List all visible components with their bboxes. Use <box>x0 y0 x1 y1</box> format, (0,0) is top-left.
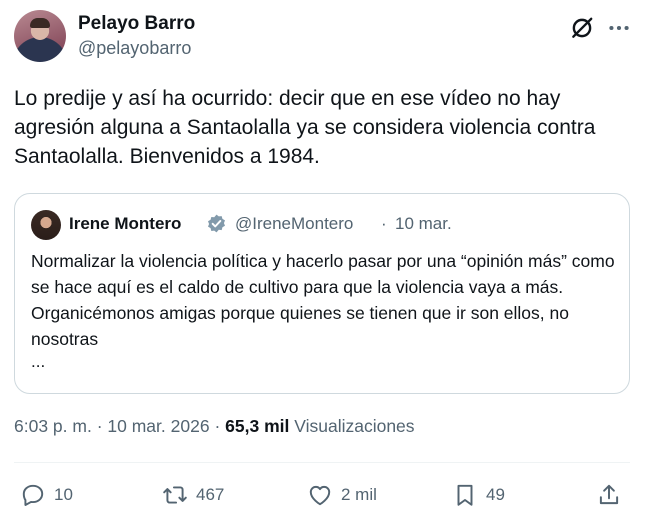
repost-button[interactable]: 467 <box>162 478 224 512</box>
bookmark-icon <box>457 484 473 506</box>
like-count: 2 mil <box>341 485 377 504</box>
share-icon <box>599 484 619 505</box>
reply-icon <box>22 484 44 506</box>
author-name[interactable]: Pelayo Barro <box>78 13 195 35</box>
tweet-header: Pelayo Barro @pelayobarro <box>14 10 634 66</box>
tweet-time[interactable]: 6:03 p. m. <box>14 416 92 436</box>
bookmark-button[interactable]: 49 <box>452 478 505 512</box>
reply-count: 10 <box>54 485 73 504</box>
views-count: 65,3 mil <box>225 416 290 436</box>
meta-separator: · <box>96 416 103 436</box>
like-icon <box>309 485 331 506</box>
meta-separator: · <box>214 416 221 436</box>
quoted-text: Normalizar la violencia política y hacer… <box>31 251 615 349</box>
tweet-date[interactable]: 10 mar. 2026 <box>107 416 209 436</box>
quoted-ellipsis: ... <box>31 352 46 371</box>
action-bar: 10 467 2 mil 49 <box>14 478 630 512</box>
retweet-icon <box>163 486 187 504</box>
quoted-author-handle[interactable]: @IreneMontero <box>235 214 353 234</box>
quoted-tweet[interactable]: Irene Montero @IreneMontero · 10 mar. No… <box>14 193 630 394</box>
share-button[interactable] <box>596 478 622 512</box>
repost-count: 467 <box>196 485 225 504</box>
quoted-separator: · <box>381 214 387 233</box>
tweet-meta: 6:03 p. m. · 10 mar. 2026 · 65,3 mil Vis… <box>14 416 415 437</box>
quoted-author-name[interactable]: Irene Montero <box>69 214 181 234</box>
quoted-author-avatar[interactable] <box>31 210 61 240</box>
author-handle[interactable]: @pelayobarro <box>78 38 191 59</box>
quoted-date[interactable]: 10 mar. <box>395 214 452 234</box>
grok-icon[interactable] <box>569 15 595 41</box>
bookmark-count: 49 <box>486 485 505 504</box>
divider <box>14 462 630 463</box>
more-icon[interactable] <box>606 15 632 41</box>
verified-icon <box>208 214 225 233</box>
reply-button[interactable]: 10 <box>20 478 73 512</box>
views-label: Visualizaciones <box>294 416 415 436</box>
like-button[interactable]: 2 mil <box>307 478 377 512</box>
author-avatar[interactable] <box>14 10 66 62</box>
tweet-text: Lo predije y así ha ocurrido: decir que … <box>14 87 596 168</box>
